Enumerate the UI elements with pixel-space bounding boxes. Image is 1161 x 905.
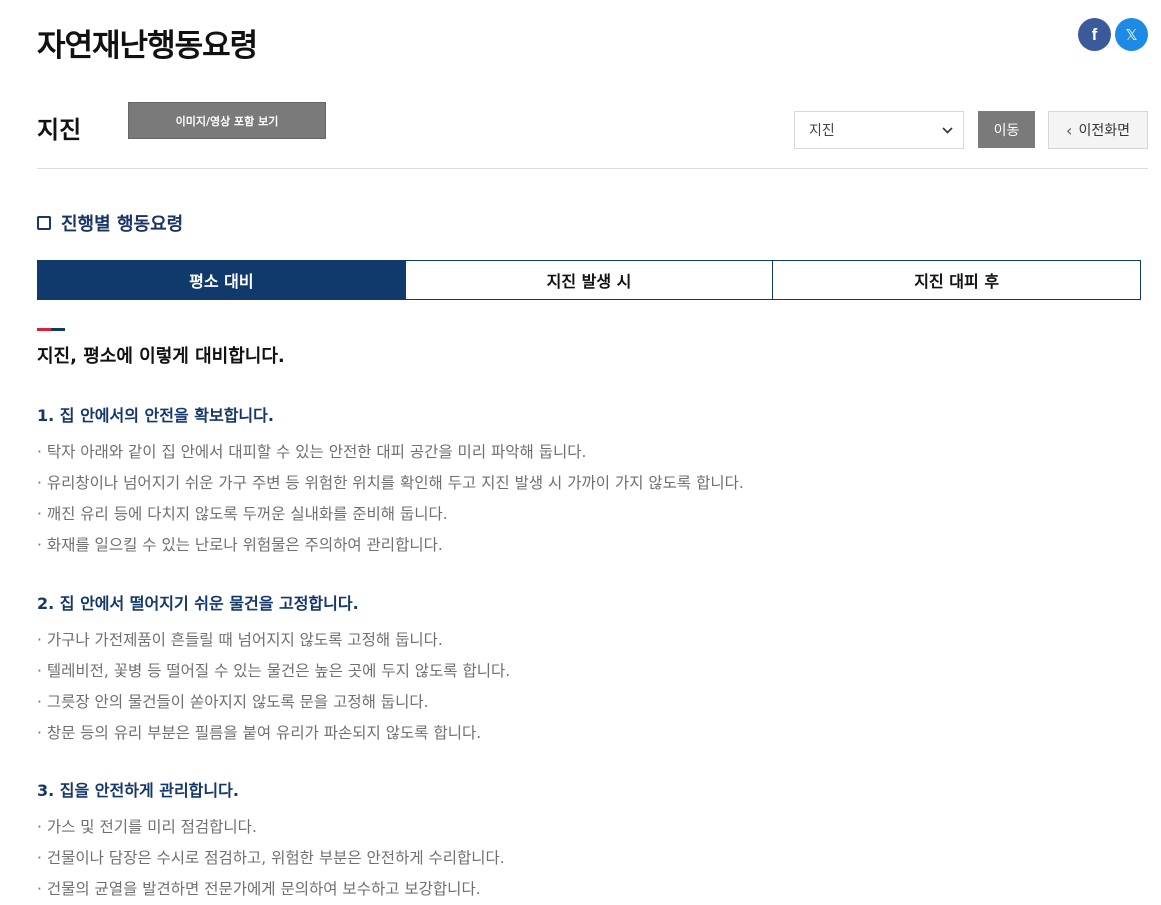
list-item: · 화재를 일으킬 수 있는 난로나 위험물은 주의하여 관리합니다. <box>37 536 443 554</box>
x-icon: 𝕏 <box>1125 25 1138 44</box>
list-item: · 깨진 유리 등에 다치지 않도록 두꺼운 실내화를 준비해 둡니다. <box>37 505 448 523</box>
group-title: 3. 집을 안전하게 관리합니다. <box>37 781 239 800</box>
guideline-group-1: 1. 집 안에서의 안전을 확보합니다. · 탁자 아래와 같이 집 안에서 대… <box>37 402 744 561</box>
group-title: 2. 집 안에서 떨어지기 쉬운 물건을 고정합니다. <box>37 594 359 613</box>
share-buttons: f 𝕏 <box>1078 18 1148 51</box>
list-item: · 가구나 가전제품이 흔들릴 때 넘어지지 않도록 고정해 둡니다. <box>37 631 443 649</box>
page-title: 자연재난행동요령 <box>37 28 258 64</box>
list-item: · 가스 및 전기를 미리 점검합니다. <box>37 818 257 836</box>
chevron-down-icon <box>942 124 953 137</box>
header-divider <box>37 168 1148 169</box>
back-button-label: 이전화면 <box>1078 123 1130 139</box>
section-title: 진행별 행동요령 <box>37 210 183 236</box>
stage-tabs: 평소 대비 지진 발생 시 지진 대피 후 <box>37 260 1141 300</box>
group-title: 1. 집 안에서의 안전을 확보합니다. <box>37 406 274 425</box>
list-item: · 그릇장 안의 물건들이 쏟아지지 않도록 문을 고정해 둡니다. <box>37 693 429 711</box>
heading-accent-bar <box>37 328 65 331</box>
facebook-icon: f <box>1091 24 1098 44</box>
list-item: · 텔레비전, 꽃병 등 떨어질 수 있는 물건은 높은 곳에 두지 않도록 합… <box>37 662 511 680</box>
media-view-button[interactable]: 이미지/영상 포함 보기 <box>128 102 326 139</box>
section-title-label: 진행별 행동요령 <box>61 214 184 235</box>
facebook-share-button[interactable]: f <box>1078 18 1111 51</box>
x-share-button[interactable]: 𝕏 <box>1115 18 1148 51</box>
back-button[interactable]: ‹ 이전화면 <box>1048 111 1148 149</box>
content-heading: 지진, 평소에 이렇게 대비합니다. <box>37 346 285 367</box>
list-item: · 건물이나 담장은 수시로 점검하고, 위험한 부분은 안전하게 수리합니다. <box>37 849 505 867</box>
category-select[interactable]: 지진 <box>794 111 964 149</box>
chevron-left-icon: ‹ <box>1066 120 1073 140</box>
category-title: 지진 <box>37 116 82 144</box>
guideline-group-2: 2. 집 안에서 떨어지기 쉬운 물건을 고정합니다. · 가구나 가전제품이 … <box>37 590 510 749</box>
list-item: · 탁자 아래와 같이 집 안에서 대피할 수 있는 안전한 대피 공간을 미리… <box>37 443 587 461</box>
guideline-group-3: 3. 집을 안전하게 관리합니다. · 가스 및 전기를 미리 점검합니다. ·… <box>37 777 505 905</box>
square-bullet-icon <box>37 216 51 230</box>
list-item: · 창문 등의 유리 부분은 필름을 붙여 유리가 파손되지 않도록 합니다. <box>37 724 482 742</box>
go-button[interactable]: 이동 <box>978 111 1035 148</box>
tab-after-evacuation[interactable]: 지진 대피 후 <box>772 261 1140 299</box>
list-item: · 유리창이나 넘어지기 쉬운 가구 주변 등 위험한 위치를 확인해 두고 지… <box>37 474 744 492</box>
tab-prepare[interactable]: 평소 대비 <box>38 261 405 299</box>
category-select-value: 지진 <box>809 123 835 139</box>
tab-during-earthquake[interactable]: 지진 발생 시 <box>404 261 773 299</box>
list-item: · 건물의 균열을 발견하면 전문가에게 문의하여 보수하고 보강합니다. <box>37 880 481 898</box>
